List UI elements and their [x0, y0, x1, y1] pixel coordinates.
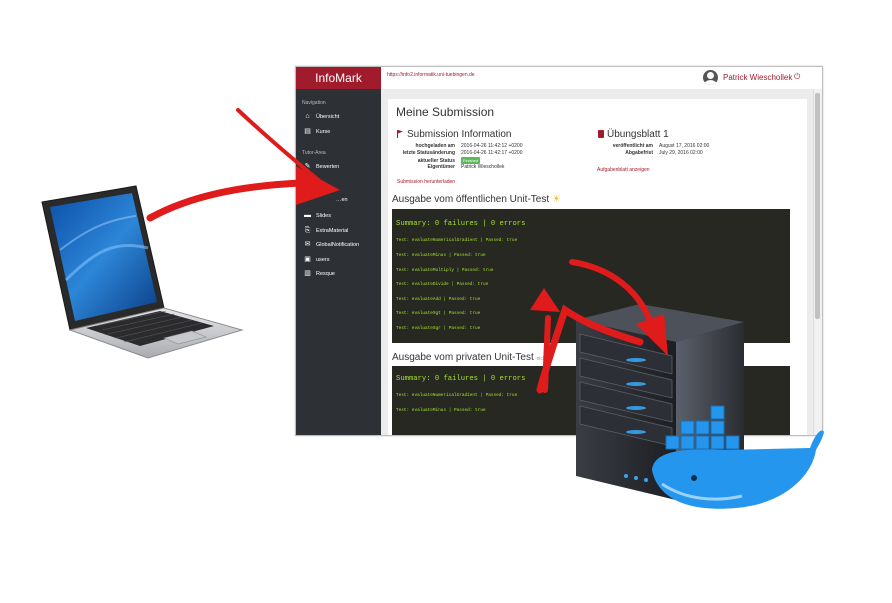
page-title: Meine Submission: [396, 105, 495, 119]
server-illustration: [576, 304, 824, 509]
test-line: Test: evaluateSgt | Passed: true: [396, 311, 481, 316]
download-submission-link[interactable]: Submission herunterladen: [397, 179, 455, 185]
kv-status: aktueller Status Finished: [417, 157, 481, 164]
top-bar: https://info2.informatik.uni-tuebingen.d…: [381, 67, 822, 90]
test-line: Test: evaluateDivide | Passed: true: [396, 282, 489, 287]
public-test-heading: Ausgabe vom öffentlichen Unit-Test ☀: [392, 194, 561, 205]
sidebar-item-label: GlobalNotification: [316, 241, 360, 248]
notification-icon: ✉: [304, 241, 311, 248]
sidebar-item-label: Resque: [316, 270, 335, 277]
kv-published: veröffentlicht am August 17, 2016 02:00: [612, 143, 710, 149]
book-icon: [598, 130, 604, 138]
kv-last-change: letzte Statusänderung 2016-04-26 11:42:17…: [402, 150, 523, 156]
brand-logo[interactable]: InfoMark: [296, 67, 381, 89]
show-sheet-link[interactable]: Aufgabenblatt anzeigen: [597, 167, 650, 173]
home-icon: ⌂: [305, 113, 310, 120]
sidebar-item-partial[interactable]: …en: [336, 197, 348, 203]
sidebar-item-globalnotification[interactable]: ✉ GlobalNotification: [304, 241, 360, 248]
private-test-heading: Ausgabe vom privaten Unit-Test nicht fü: [392, 352, 553, 363]
sidebar-item-resque[interactable]: ▥ Resque: [304, 270, 335, 277]
tutor-area-header: Tutor-Area: [302, 150, 326, 156]
resque-icon: ▥: [304, 270, 311, 277]
grade-icon: ✎: [304, 163, 311, 170]
user-name[interactable]: Patrick Wieschollek: [723, 73, 792, 82]
laptop-illustration: [41, 185, 244, 359]
sidebar-item-label: Übersicht: [316, 113, 340, 120]
users-icon: ▣: [304, 256, 311, 263]
sidebar-item-label: Slides: [316, 212, 331, 219]
sidebar-item-overview[interactable]: ⌂ Übersicht: [304, 113, 339, 120]
scrollbar-thumb[interactable]: [815, 93, 820, 319]
test-line: Test: evaluateMultiply | Passed: true: [396, 268, 494, 273]
sidebar-item-courses[interactable]: ▤ Kurse: [304, 128, 330, 135]
sidebar-item-label: ExtraMaterial: [316, 227, 349, 234]
test-line: Test: evaluateAdd | Passed: true: [396, 297, 481, 302]
sheet-heading[interactable]: Übungsblatt 1: [607, 129, 669, 140]
kv-deadline: Abgabefrist July 29, 2016 02:00: [625, 150, 703, 156]
test-line: Test: evaluateMinus | Passed: true: [396, 408, 486, 413]
sidebar-item-slides[interactable]: ▬ Slides: [304, 212, 331, 219]
private-test-note: nicht fü: [536, 356, 553, 362]
logout-icon[interactable]: ⏻: [794, 72, 800, 82]
sidebar-item-label: …en: [336, 197, 348, 203]
url-link[interactable]: https://info2.informatik.uni-tuebingen.d…: [387, 72, 475, 78]
test-line: Test: evaluateNumericalGradient | Passed…: [396, 393, 518, 398]
flag-icon: [397, 130, 403, 138]
test-line: Test: evaluateMinus | Passed: true: [396, 253, 486, 258]
courses-icon: ▤: [304, 128, 311, 135]
kv-uploaded: hochgeladen am 2016-04-26 11:42:12 +0200: [415, 143, 523, 149]
slides-icon: ▬: [304, 212, 311, 219]
navigation-header: Navigation: [302, 100, 326, 106]
submission-info-heading: Submission Information: [407, 129, 512, 140]
status-badge: Finished: [461, 157, 481, 164]
test-line: Test: evaluateNumericalGradient | Passed…: [396, 238, 518, 243]
sidebar-item-extramaterial[interactable]: ⎘ ExtraMaterial: [304, 227, 349, 234]
public-test-summary: Summary: 0 failures | 0 errors: [396, 220, 526, 228]
kv-owner: Eigentümer Patrick Wieschollek: [427, 164, 505, 170]
sidebar-item-label: Bewerten: [316, 163, 340, 170]
sidebar: Navigation ⌂ Übersicht ▤ Kurse Tutor-Are…: [296, 89, 381, 435]
sun-icon: ☀: [551, 194, 561, 205]
sidebar-item-users[interactable]: ▣ users: [304, 256, 329, 263]
sidebar-item-label: users: [316, 256, 330, 263]
sidebar-item-grade[interactable]: ✎ Bewerten: [304, 163, 340, 170]
private-test-summary: Summary: 0 failures | 0 errors: [396, 375, 526, 383]
test-line: Test: evaluateSgr | Passed: true: [396, 326, 481, 331]
sidebar-item-label: Kurse: [316, 128, 331, 135]
attachment-icon: ⎘: [304, 227, 311, 234]
user-avatar-icon[interactable]: [703, 70, 718, 85]
